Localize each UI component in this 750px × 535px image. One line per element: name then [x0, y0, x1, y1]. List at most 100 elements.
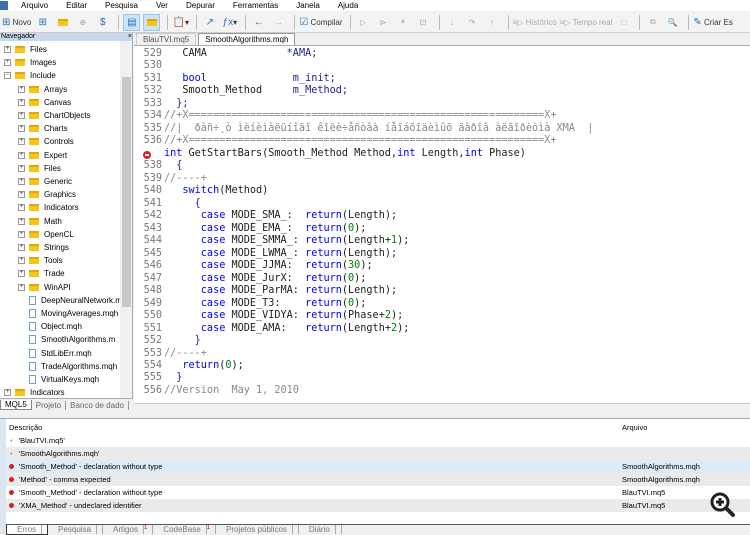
menu-ferramentas[interactable]: Ferramentas [224, 1, 287, 10]
tab-blautvi[interactable]: BlauTVI.mq5 [136, 33, 197, 45]
function-button[interactable]: ƒx ▾ [221, 14, 238, 31]
menu-pesquisa[interactable]: Pesquisa [96, 1, 147, 10]
tab-erros[interactable]: Erros [6, 524, 49, 535]
menu-ajuda[interactable]: Ajuda [329, 1, 367, 10]
tree-item-tradealgorithms-mqh[interactable]: TradeAlgorithms.mqh [18, 360, 117, 373]
tree-item-object-mqh[interactable]: Object.mqh [18, 320, 82, 333]
tree-item-graphics[interactable]: + Graphics [18, 188, 76, 201]
marketplace-button[interactable]: $ [94, 14, 111, 31]
scroll-thumb[interactable] [122, 77, 131, 307]
expand-icon[interactable]: + [18, 270, 25, 278]
expand-icon[interactable]: + [18, 204, 25, 212]
expand-icon[interactable]: + [18, 257, 25, 265]
pause-button[interactable]: ⏸ [395, 14, 412, 31]
tree-item-smoothalgorithms-m[interactable]: SmoothAlgorithms.m [18, 333, 115, 346]
menu-depurar[interactable]: Depurar [177, 1, 224, 10]
expand-icon[interactable]: + [4, 46, 11, 53]
play-button[interactable]: ⊳ [375, 14, 392, 31]
tab-mql5[interactable]: MQL5 [0, 400, 32, 410]
tree-item-files[interactable]: + Files [4, 43, 47, 56]
expand-icon[interactable]: + [18, 125, 25, 133]
menu-janela[interactable]: Janela [287, 1, 329, 10]
tree-item-chartobjects[interactable]: + ChartObjects [18, 109, 91, 122]
navigator-scrollbar[interactable] [120, 41, 132, 398]
expand-icon[interactable]: + [18, 178, 25, 185]
step-out-button[interactable]: ↑ [484, 14, 501, 31]
tree-item-indicators[interactable]: + Indicators [18, 201, 79, 214]
error-row[interactable]: 'Smooth_Method' - declaration without ty… [6, 460, 750, 473]
error-row[interactable]: 'Smooth_Method' - declaration without ty… [6, 486, 750, 499]
horizontal-scrollbar[interactable] [134, 403, 750, 411]
history-button[interactable]: ≡▷ Histórico [513, 14, 557, 31]
tab-banco-de-dados[interactable]: Banco de dado [66, 400, 129, 410]
download-button[interactable]: ⊕ [74, 14, 91, 31]
tree-item-indicators[interactable]: + Indicators [4, 386, 65, 398]
expand-icon[interactable]: + [4, 389, 11, 397]
find-button[interactable]: 🔍 [664, 14, 681, 31]
new-button[interactable]: ⊞ Novo [2, 14, 31, 31]
tree-item-math[interactable]: + Math [18, 215, 62, 228]
expand-icon[interactable]: + [18, 283, 25, 291]
tab-smoothalgorithms[interactable]: SmoothAlgorithms.mqh [198, 33, 296, 45]
var-button[interactable]: ↗ [201, 14, 218, 31]
paste-button[interactable]: 📋 ▾ [172, 14, 189, 31]
collapse-icon[interactable]: − [4, 72, 11, 80]
create-button[interactable]: ✎ Criar Es [693, 14, 733, 31]
error-row[interactable]: 'Method' - comma expected SmoothAlgorithm… [6, 473, 750, 486]
tree-item-strings[interactable]: + Strings [18, 241, 69, 254]
error-row[interactable]: 'XMA_Method' - undeclared identifier Blau… [6, 499, 750, 512]
tree-item-expert[interactable]: + Expert [18, 149, 67, 162]
back-button[interactable]: ← [250, 14, 267, 31]
step-into-button[interactable]: ↓ [444, 14, 461, 31]
tree-item-arrays[interactable]: + Arrays [18, 83, 67, 96]
tree-item-deepneuralnetwork-m[interactable]: DeepNeuralNetwork.m [18, 294, 122, 307]
menu-arquivo[interactable]: Arquivo [12, 1, 57, 10]
expand-icon[interactable]: + [18, 112, 25, 119]
menu-ver[interactable]: Ver [147, 1, 177, 10]
expand-icon[interactable]: + [18, 244, 25, 251]
start-button[interactable]: ▷ [355, 14, 372, 31]
step-over-button[interactable]: ↷ [464, 14, 481, 31]
expand-icon[interactable]: + [18, 98, 25, 106]
error-row[interactable]: • 'BlauTVI.mq5' [6, 434, 750, 447]
expand-icon[interactable]: + [18, 230, 25, 238]
tree-item-tools[interactable]: + Tools [18, 254, 63, 267]
new-file-button[interactable]: ⊞ [34, 14, 51, 31]
column-description[interactable]: Descrição [6, 423, 620, 432]
expand-icon[interactable]: + [18, 164, 25, 172]
tree-item-virtualkeys-mqh[interactable]: VirtualKeys.mqh [18, 373, 99, 386]
tree-item-controls[interactable]: + Controls [18, 135, 74, 148]
tree-item-images[interactable]: + Images [4, 56, 56, 69]
tree-item-files[interactable]: + Files [18, 162, 61, 175]
tree-item-winapi[interactable]: + WinAPI [18, 281, 71, 294]
expand-icon[interactable]: + [18, 85, 25, 93]
expand-icon[interactable]: + [4, 59, 11, 67]
zoom-in-icon[interactable] [709, 491, 735, 517]
stop-button[interactable]: ⊡ [415, 14, 432, 31]
tree-item-trade[interactable]: + Trade [18, 267, 65, 280]
expand-icon[interactable]: + [18, 138, 25, 146]
toolbox-toggle[interactable]: ▤ [123, 13, 141, 31]
tree-item-movingaverages-mqh[interactable]: MovingAverages.mqh [18, 307, 118, 320]
expand-icon[interactable]: + [18, 151, 25, 159]
expand-icon[interactable]: + [18, 191, 25, 199]
tree-item-opencl[interactable]: + OpenCL [18, 228, 74, 241]
error-row[interactable]: • 'SmoothAlgorithms.mqh' [6, 447, 750, 460]
realtime-button[interactable]: ≡▷ Tempo real [560, 14, 613, 31]
tree-item-canvas[interactable]: + Canvas [18, 96, 71, 109]
navigator-toggle[interactable] [143, 13, 161, 31]
compile-button[interactable]: ☑ Compilar [299, 14, 342, 31]
expand-icon[interactable]: + [18, 217, 25, 225]
forward-button[interactable]: → [270, 14, 287, 31]
tree-item-generic[interactable]: + Generic [18, 175, 72, 188]
open-button[interactable] [54, 14, 71, 31]
copy-button[interactable]: ⧉ [644, 14, 661, 31]
tree-item-stdliberr-mqh[interactable]: StdLibErr.mqh [18, 347, 92, 360]
column-file[interactable]: Arquivo [620, 423, 750, 432]
menu-editar[interactable]: Editar [57, 1, 96, 10]
stop-test-button[interactable]: □ [615, 14, 632, 31]
tree-item-include[interactable]: − Include [4, 69, 56, 82]
close-icon[interactable]: × [128, 33, 132, 41]
tree-item-charts[interactable]: + Charts [18, 122, 68, 135]
tab-projeto[interactable]: Projeto [32, 400, 67, 410]
